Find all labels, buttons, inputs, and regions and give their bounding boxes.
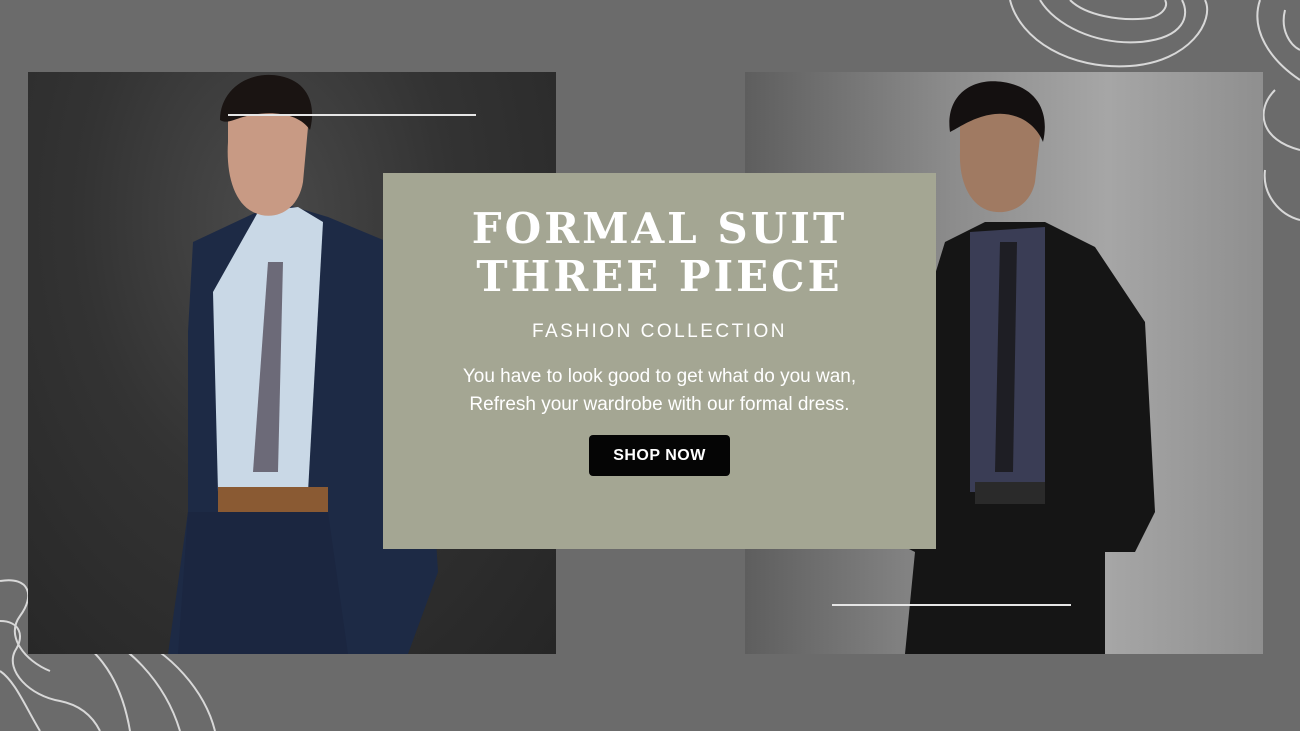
decorative-line-top: [228, 114, 476, 116]
promo-card: FORMAL SUIT THREE PIECE FASHION COLLECTI…: [383, 173, 936, 549]
shop-now-button[interactable]: SHOP NOW: [589, 435, 730, 476]
promo-title: FORMAL SUIT THREE PIECE: [471, 204, 848, 301]
promo-subtitle: FASHION COLLECTION: [531, 321, 788, 342]
promo-description: You have to look good to get what do you…: [462, 366, 857, 415]
decorative-line-bottom: [832, 604, 1071, 606]
